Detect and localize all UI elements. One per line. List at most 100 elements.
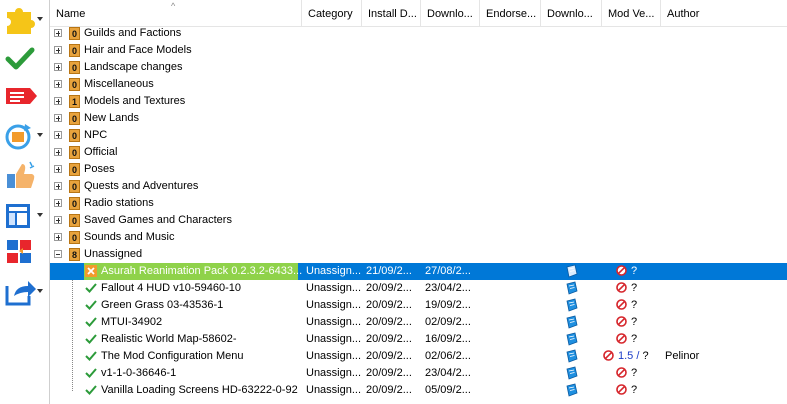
mod-version: 1.5 / ? [603, 348, 649, 365]
expand-toggle[interactable] [54, 233, 62, 241]
category-row[interactable]: 0 Miscellaneous [50, 76, 787, 93]
mod-name: Asurah Reanimation Pack 0.2.3.2-6433... [101, 265, 303, 277]
enabled-check-icon[interactable] [85, 367, 97, 379]
mod-row[interactable]: Vanilla Loading Screens HD-63222-0-92 Una… [50, 382, 787, 399]
mod-row[interactable]: MTUI-34902 Unassign... 20/09/2... 02/09/2..… [50, 314, 787, 331]
enabled-check-icon[interactable] [85, 299, 97, 311]
expand-toggle[interactable] [54, 80, 62, 88]
enabled-check-icon[interactable] [85, 316, 97, 328]
column-name[interactable]: Name [50, 0, 302, 26]
category-count-badge: 0 [69, 163, 80, 176]
endorse-status-icon[interactable] [565, 332, 579, 346]
expand-toggle[interactable] [54, 165, 62, 173]
expand-toggle[interactable] [54, 216, 62, 224]
category-row[interactable]: 0 Official [50, 144, 787, 161]
mod-row[interactable]: Fallout 4 HUD v10-59460-10 Unassign... 20/… [50, 280, 787, 297]
category-count-badge: 0 [69, 112, 80, 125]
category-row[interactable]: 1 Models and Textures [50, 93, 787, 110]
enabled-check-icon[interactable] [85, 333, 97, 345]
category-row[interactable]: 0 Radio stations [50, 195, 787, 212]
enabled-check-icon[interactable] [85, 350, 97, 362]
category-label: Sounds and Music [84, 231, 175, 243]
expand-toggle[interactable] [54, 46, 62, 54]
category-row[interactable]: 0 Hair and Face Models [50, 42, 787, 59]
mod-version-text: ? [631, 316, 637, 328]
expand-toggle[interactable] [54, 114, 62, 122]
no-version-icon [616, 299, 627, 310]
check-updates-button[interactable] [3, 120, 43, 152]
endorse-status-icon[interactable] [565, 264, 579, 278]
mod-category: Unassign... [306, 299, 362, 311]
category-label: Models and Textures [84, 95, 186, 107]
column-install-date[interactable]: Install D... [362, 0, 421, 26]
endorse-status-icon[interactable] [565, 366, 579, 380]
endorse-status-icon[interactable] [565, 281, 579, 295]
category-label: NPC [84, 129, 108, 141]
mod-category: Unassign... [306, 333, 362, 345]
category-row[interactable]: 0 Saved Games and Characters [50, 212, 787, 229]
mod-version: ? [616, 314, 637, 331]
expand-toggle[interactable] [54, 63, 62, 71]
mod-version-text: ? [631, 384, 637, 396]
categories-button[interactable] [3, 236, 43, 268]
mod-install-date: 20/09/2... [366, 350, 412, 362]
mod-version: ? [616, 280, 637, 297]
error-x-icon[interactable] [85, 265, 97, 277]
category-count-badge: 0 [69, 44, 80, 57]
category-row[interactable]: 0 New Lands [50, 110, 787, 127]
column-category[interactable]: Category [302, 0, 362, 26]
tag-button[interactable] [3, 82, 43, 114]
view-button[interactable] [3, 200, 43, 232]
endorse-icon [7, 161, 35, 188]
endorse-status-icon[interactable] [565, 349, 579, 363]
endorse-status-icon[interactable] [565, 383, 579, 397]
category-row[interactable]: 0 Landscape changes [50, 59, 787, 76]
column-download-date[interactable]: Downlo... [421, 0, 480, 26]
mod-row[interactable]: The Mod Configuration Menu Unassign... 20/… [50, 348, 787, 365]
category-row[interactable]: 0 Sounds and Music [50, 229, 787, 246]
expand-toggle[interactable] [54, 182, 62, 190]
category-row[interactable]: 0 Guilds and Factions [50, 25, 787, 42]
mod-version: ? [616, 331, 637, 348]
mod-download-date: 05/09/2... [425, 384, 471, 396]
enabled-check-icon[interactable] [85, 282, 97, 294]
enabled-check-icon[interactable] [85, 384, 97, 396]
category-count-badge: 0 [69, 214, 80, 227]
column-author[interactable]: Author [661, 0, 787, 26]
column-endorsement[interactable]: Endorse... [480, 0, 541, 26]
no-version-icon [616, 384, 627, 395]
category-count-badge: 8 [69, 248, 80, 261]
expand-toggle[interactable] [54, 148, 62, 156]
mod-version-text: ? [631, 367, 637, 379]
endorse-status-icon[interactable] [565, 298, 579, 312]
mod-version-latest: ? [631, 282, 638, 294]
mod-row[interactable]: Asurah Reanimation Pack 0.2.3.2-6433... U… [50, 263, 787, 280]
export-button[interactable] [3, 276, 43, 308]
mod-version-current: 1.5 [618, 350, 634, 362]
endorse-status-icon[interactable] [565, 315, 579, 329]
mod-version-latest: ? [631, 265, 638, 277]
expand-toggle[interactable] [54, 97, 62, 105]
category-row[interactable]: 0 NPC [50, 127, 787, 144]
no-version-icon [616, 333, 627, 344]
mod-version-latest: ? [631, 367, 638, 379]
mod-version: ? [616, 297, 637, 314]
mod-row[interactable]: Green Grass 03-43536-1 Unassign... 20/09/2… [50, 297, 787, 314]
category-row-unassigned[interactable]: 8 Unassigned [50, 246, 787, 263]
install-mod-button[interactable] [3, 4, 43, 36]
enable-button[interactable] [3, 44, 43, 76]
expand-toggle[interactable] [54, 29, 62, 37]
mod-row[interactable]: Realistic World Map-58602- Unassign... 20/… [50, 331, 787, 348]
column-mod-version[interactable]: Mod Ve... [602, 0, 661, 26]
category-row[interactable]: 0 Quests and Adventures [50, 178, 787, 195]
category-label: Saved Games and Characters [84, 214, 232, 226]
collapse-toggle[interactable] [54, 250, 62, 258]
expand-toggle[interactable] [54, 131, 62, 139]
mod-install-date: 20/09/2... [366, 316, 412, 328]
column-download[interactable]: Downlo... [541, 0, 602, 26]
mod-name: The Mod Configuration Menu [101, 350, 244, 362]
category-row[interactable]: 0 Poses [50, 161, 787, 178]
mod-row[interactable]: v1-1-0-36646-1 Unassign... 20/09/2... 23/04… [50, 365, 787, 382]
expand-toggle[interactable] [54, 199, 62, 207]
endorse-button[interactable] [3, 160, 43, 192]
